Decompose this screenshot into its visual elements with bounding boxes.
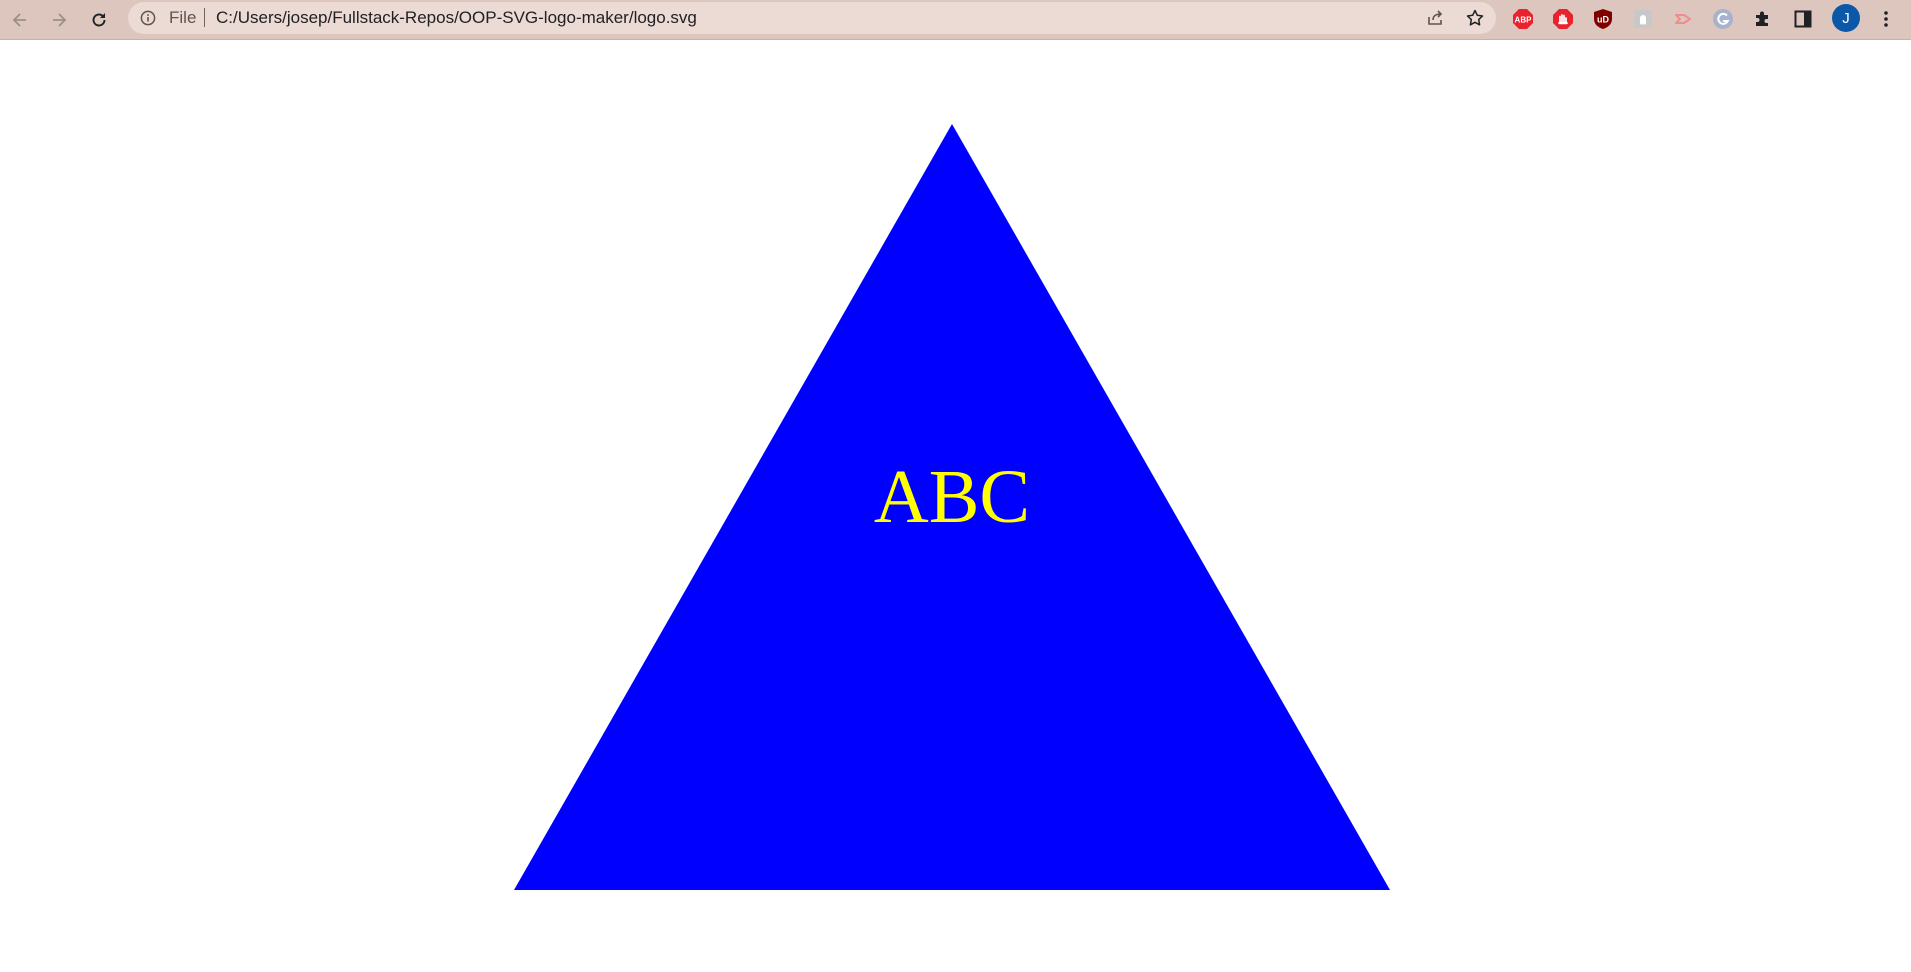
puzzle-icon: [1756, 11, 1768, 26]
share-button[interactable]: [1424, 7, 1446, 29]
kebab-menu-icon: [1884, 11, 1888, 27]
forward-button[interactable]: [43, 4, 75, 36]
address-bar[interactable]: File C:/Users/josep/Fullstack-Repos/OOP-…: [128, 2, 1496, 34]
ublock-origin-icon[interactable]: uD: [1591, 7, 1615, 31]
info-icon[interactable]: [140, 10, 156, 26]
browser-toolbar: File C:/Users/josep/Fullstack-Repos/OOP-…: [0, 0, 1911, 40]
profile-avatar[interactable]: J: [1832, 4, 1860, 32]
reload-button[interactable]: [83, 4, 115, 36]
reload-icon: [92, 13, 106, 27]
page-content: ABC: [0, 41, 1911, 972]
side-panel-button[interactable]: [1791, 7, 1815, 31]
extensions-button[interactable]: [1751, 7, 1775, 31]
forward-arrow-icon: [53, 13, 67, 27]
adblock-hand-icon[interactable]: [1551, 7, 1575, 31]
grammarly-icon[interactable]: [1711, 7, 1735, 31]
extension-arrow-icon[interactable]: [1671, 7, 1695, 31]
scheme-separator: [204, 8, 205, 27]
adblock-plus-icon[interactable]: ABP: [1511, 7, 1535, 31]
back-button[interactable]: [4, 4, 36, 36]
logo-svg: ABC: [514, 124, 1390, 890]
side-panel-icon: [1794, 10, 1812, 28]
scheme-label: File: [169, 8, 197, 27]
ublock-label: uD: [1597, 15, 1609, 25]
logo-text: ABC: [874, 455, 1030, 539]
star-icon: [1466, 9, 1484, 26]
share-icon: [1428, 10, 1443, 25]
abp-label: ABP: [1515, 16, 1533, 25]
bookmark-button[interactable]: [1464, 7, 1486, 29]
menu-button[interactable]: [1874, 7, 1898, 31]
url-text[interactable]: C:/Users/josep/Fullstack-Repos/OOP-SVG-l…: [216, 9, 697, 27]
extension-ghost-icon[interactable]: [1631, 7, 1655, 31]
avatar-initial: J: [1842, 9, 1850, 27]
back-arrow-icon: [12, 13, 26, 27]
